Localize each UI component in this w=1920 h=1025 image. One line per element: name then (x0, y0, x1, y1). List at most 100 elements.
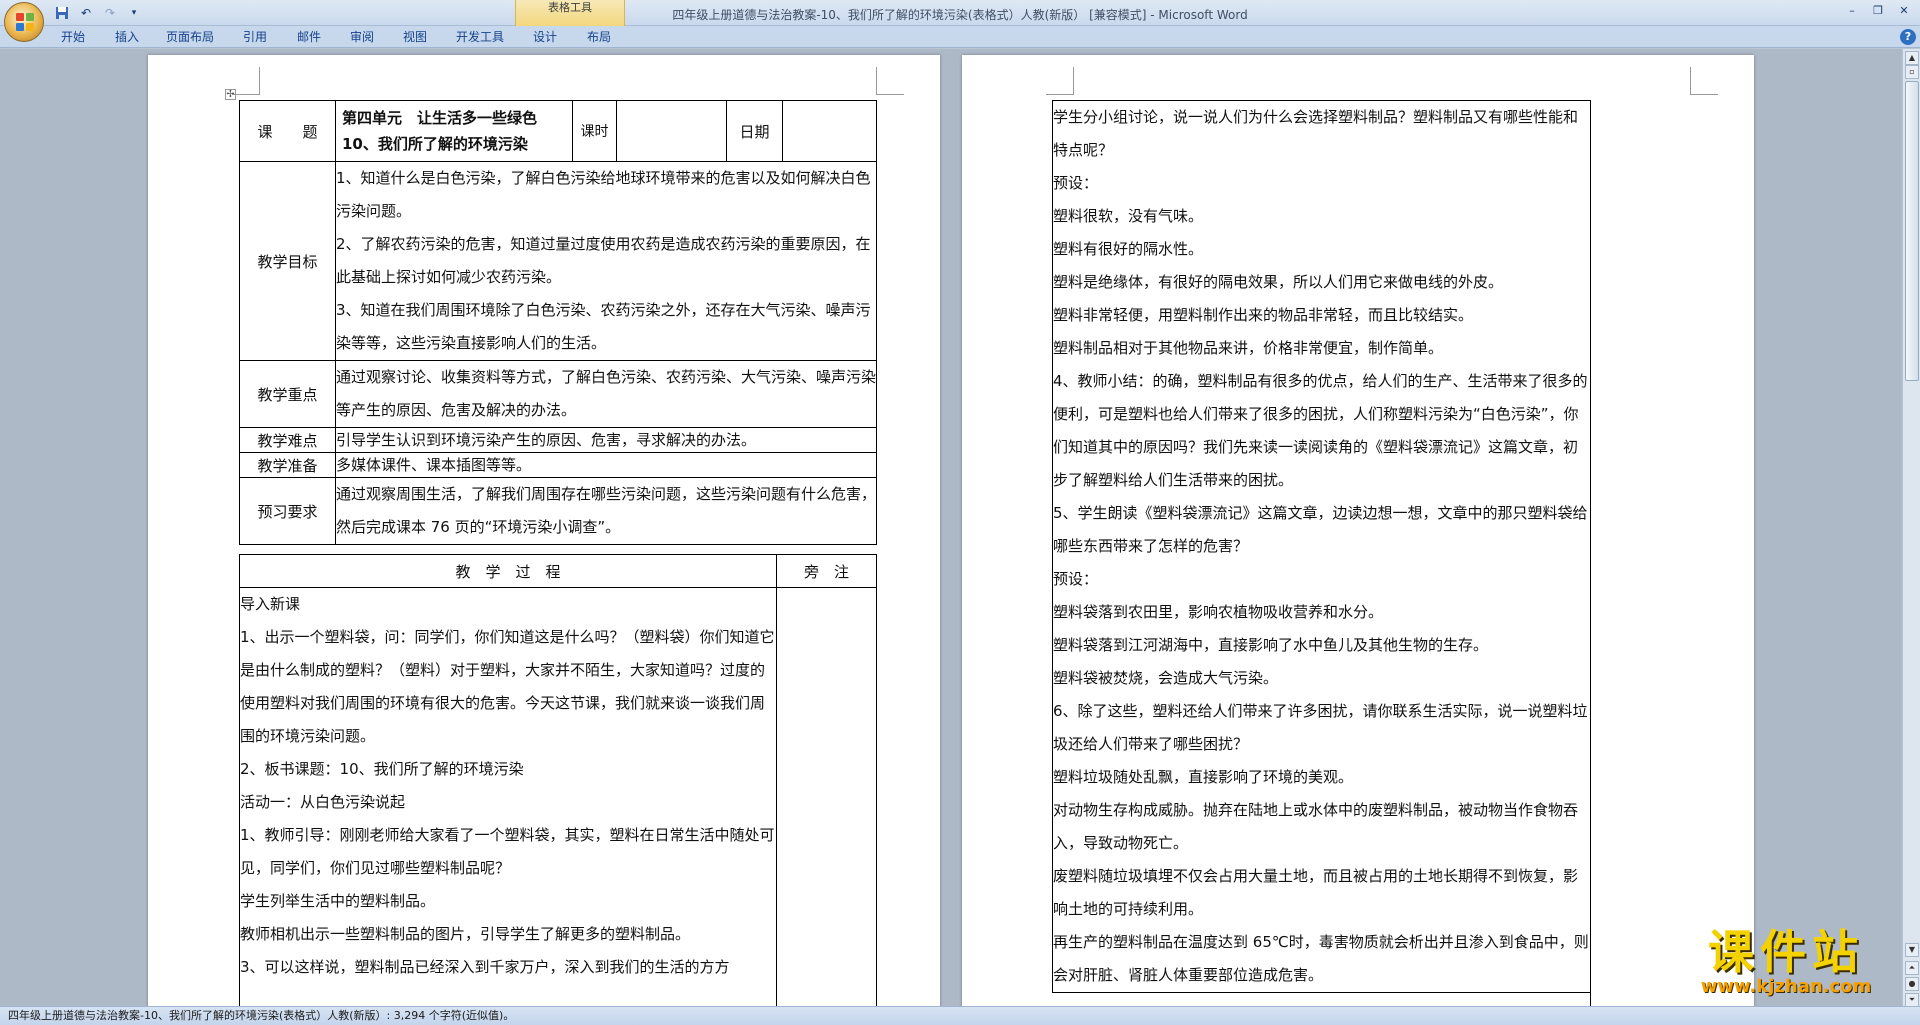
date-value[interactable] (782, 100, 877, 162)
office-logo-icon (16, 13, 34, 31)
window-title: 四年级上册道德与法治教案-10、我们所了解的环境污染(表格式）人教(新版） [兼… (672, 8, 1248, 22)
scroll-thumb[interactable] (1905, 81, 1919, 381)
browse-object-icon[interactable]: ● (1905, 977, 1919, 991)
tab-design[interactable]: 设计 (530, 28, 560, 46)
process-paragraph: 塑料很软，没有气味。 (1053, 207, 1204, 225)
topic-cell[interactable]: 第四单元 让生活多一些绿色 10、我们所了解的环境污染 (335, 100, 573, 162)
goals-label: 教学目标 (239, 161, 336, 361)
preview-cell[interactable]: 通过观察周围生活，了解我们周围存在哪些污染问题，这些污染问题有什么危害，然后完成… (335, 477, 877, 545)
process-paragraph: 塑料是绝缘体，有很好的隔电效果，所以人们用它来做电线的外皮。 (1053, 273, 1504, 291)
process-paragraph: 塑料袋落到江河湖海中，直接影响了水中鱼儿及其他生物的生存。 (1053, 636, 1489, 654)
process-paragraph: 塑料袋落到农田里，影响农植物吸收营养和水分。 (1053, 603, 1384, 621)
goal-item: 2、了解农药污染的危害，知道过量过度使用农药是造成农药污染的重要原因，在此基础上… (336, 235, 871, 286)
process-paragraph: 1、教师引导：刚刚老师给大家看了一个塑料袋，其实，塑料在日常生活中随处可见，同学… (240, 826, 775, 877)
tab-view[interactable]: 视图 (400, 28, 430, 46)
close-button[interactable]: ✕ (1892, 2, 1916, 20)
table-row: 教学目标 1、知道什么是白色污染，了解白色污染给地球环境带来的危害以及如何解决白… (239, 161, 877, 361)
difficulty-label: 教学难点 (239, 427, 336, 453)
process-paragraph: 塑料袋被焚烧，会造成大气污染。 (1053, 669, 1279, 687)
lesson-title: 10、我们所了解的环境污染 (342, 135, 528, 153)
period-label: 课时 (572, 100, 617, 162)
period-value[interactable] (616, 100, 727, 162)
redo-icon[interactable]: ↷ (100, 4, 120, 22)
process-paragraph: 1、出示一个塑料袋，问：同学们，你们知道这是什么吗？（塑料袋）你们知道它是由什么… (240, 628, 775, 745)
table-row: 教学重点 通过观察讨论、收集资料等方式，了解白色污染、农药污染、大气污染、噪声污… (239, 360, 877, 428)
process-paragraph: 学生列举生活中的塑料制品。 (240, 892, 436, 910)
watermark-title: 课件站 (1708, 925, 1864, 979)
status-bar: 四年级上册道德与法治教案-10、我们所了解的环境污染(表格式）人教(新版）: 3… (0, 1006, 1920, 1025)
process-cell[interactable]: 导入新课 1、出示一个塑料袋，问：同学们，你们知道这是什么吗？（塑料袋）你们知道… (239, 587, 777, 1006)
window-controls: – ❐ ✕ (1840, 2, 1916, 20)
key-points-cell[interactable]: 通过观察讨论、收集资料等方式，了解白色污染、农药污染、大气污染、噪声污染等产生的… (335, 360, 877, 428)
process-paragraph: 塑料有很好的隔水性。 (1053, 240, 1204, 258)
process-paragraph: 预设： (1053, 174, 1099, 192)
customize-qat-icon[interactable]: ▾ (124, 4, 144, 22)
process-paragraph: 废塑料随垃圾填埋不仅会占用大量土地，而且被占用的土地长期得不到恢复，影响土地的可… (1053, 867, 1579, 918)
goal-item: 3、知道在我们周围环境除了白色污染、农药污染之外，还存在大气污染、噪声污染等等，… (336, 301, 871, 352)
restore-button[interactable]: ❐ (1866, 2, 1890, 20)
tab-developer[interactable]: 开发工具 (452, 28, 508, 46)
goals-cell[interactable]: 1、知道什么是白色污染，了解白色污染给地球环境带来的危害以及如何解决白色污染问题… (335, 161, 877, 361)
process-paragraph: 预设： (1053, 570, 1099, 588)
process-paragraph: 教师相机出示一些塑料制品的图片，引导学生了解更多的塑料制品。 (240, 925, 691, 943)
tab-page-layout[interactable]: 页面布局 (164, 28, 216, 46)
table-row: 教学准备 多媒体课件、课本插图等等。 (239, 452, 877, 478)
difficulty-cell[interactable]: 引导学生认识到环境污染产生的原因、危害，寻求解决的办法。 (335, 427, 877, 453)
previous-page-icon[interactable]: ⏶ (1905, 961, 1919, 975)
scroll-up-icon[interactable]: ▲ (1905, 51, 1919, 65)
title-bar: ↶ ↷ ▾ 表格工具 四年级上册道德与法治教案-10、我们所了解的环境污染(表格… (0, 0, 1920, 26)
table-row: 导入新课 1、出示一个塑料袋，问：同学们，你们知道这是什么吗？（塑料袋）你们知道… (239, 587, 877, 1006)
prep-label: 教学准备 (239, 452, 336, 478)
side-notes-column[interactable] (1590, 100, 1690, 1006)
tab-insert[interactable]: 插入 (112, 28, 142, 46)
office-button[interactable] (4, 2, 44, 42)
scroll-down-icon[interactable]: ▼ (1905, 943, 1919, 957)
process-paragraph: 5、学生朗读《塑料袋漂流记》这篇文章，边读边想一想，文章中的那只塑料袋给哪些东西… (1053, 504, 1588, 555)
crop-mark (1046, 67, 1074, 95)
process-cell[interactable]: 学生分小组讨论，说一说人们为什么会选择塑料制品？塑料制品又有哪些性能和特点呢？ … (1052, 100, 1591, 993)
crop-mark (1690, 67, 1718, 95)
table-tools-context-label: 表格工具 (515, 0, 625, 26)
crop-mark (876, 67, 904, 95)
lesson-info-table: 课 题 第四单元 让生活多一些绿色 10、我们所了解的环境污染 课时 日期 教学… (239, 100, 877, 545)
process-paragraph: 活动一：从白色污染说起 (240, 793, 406, 811)
process-paragraph: 塑料垃圾随处乱飘，直接影响了环境的美观。 (1053, 768, 1354, 786)
document-page-1: ✢ 课 题 第四单元 让生活多一些绿色 10、我们所了解的环境污染 课时 日期 … (148, 55, 940, 1006)
key-points-label: 教学重点 (239, 360, 336, 428)
preview-label: 预习要求 (239, 477, 336, 545)
save-icon[interactable] (52, 4, 72, 22)
process-header: 教 学 过 程 (239, 554, 777, 588)
ruler-toggle-icon[interactable]: ▫ (1905, 65, 1919, 79)
table-row: 教 学 过 程 旁 注 (239, 554, 877, 588)
process-paragraph: 4、教师小结：的确，塑料制品有很多的优点，给人们的生产、生活带来了很多的便利，可… (1053, 372, 1588, 489)
document-workspace: ✢ 课 题 第四单元 让生活多一些绿色 10、我们所了解的环境污染 课时 日期 … (0, 49, 1902, 1006)
unit-title: 第四单元 让生活多一些绿色 (342, 109, 538, 127)
process-paragraph: 6、除了这些，塑料还给人们带来了许多困扰，请你联系生活实际，说一说塑料垃圾还给人… (1053, 702, 1588, 753)
table-row: 预习要求 通过观察周围生活，了解我们周围存在哪些污染问题，这些污染问题有什么危害… (239, 477, 877, 545)
status-text: 四年级上册道德与法治教案-10、我们所了解的环境污染(表格式）人教(新版）: 3… (8, 1009, 515, 1022)
help-icon[interactable]: ? (1900, 29, 1916, 45)
date-label: 日期 (726, 100, 783, 162)
next-page-icon[interactable]: ⏷ (1905, 993, 1919, 1007)
process-paragraph: 学生分小组讨论，说一说人们为什么会选择塑料制品？塑料制品又有哪些性能和特点呢？ (1053, 108, 1579, 159)
process-paragraph: 2、板书课题：10、我们所了解的环境污染 (240, 760, 524, 778)
table-move-handle-icon[interactable]: ✢ (225, 89, 236, 100)
process-paragraph: 塑料制品相对于其他物品来讲，价格非常便宜，制作简单。 (1053, 339, 1444, 357)
tab-mailings[interactable]: 邮件 (294, 28, 324, 46)
process-table: 教 学 过 程 旁 注 导入新课 1、出示一个塑料袋，问：同学们，你们知道这是什… (239, 554, 877, 1006)
document-page-2: 学生分小组讨论，说一说人们为什么会选择塑料制品？塑料制品又有哪些性能和特点呢？ … (962, 55, 1754, 1006)
side-notes-cell[interactable] (776, 587, 877, 1006)
process-paragraph: 塑料非常轻便，用塑料制作出来的物品非常轻，而且比较结实。 (1053, 306, 1474, 324)
tab-layout[interactable]: 布局 (584, 28, 614, 46)
process-table-continued: 学生分小组讨论，说一说人们为什么会选择塑料制品？塑料制品又有哪些性能和特点呢？ … (1052, 100, 1591, 993)
ribbon-tab-bar: 开始 插入 页面布局 引用 邮件 审阅 视图 开发工具 设计 布局 ? (0, 26, 1920, 48)
goal-item: 1、知道什么是白色污染，了解白色污染给地球环境带来的危害以及如何解决白色污染问题… (336, 169, 871, 220)
side-notes-header: 旁 注 (776, 554, 877, 588)
tab-references[interactable]: 引用 (240, 28, 270, 46)
minimize-button[interactable]: – (1840, 2, 1864, 20)
prep-cell[interactable]: 多媒体课件、课本插图等等。 (335, 452, 877, 478)
vertical-scrollbar[interactable]: ▲ ▫ ▼ ⏶ ● ⏷ (1902, 49, 1920, 1007)
tab-home[interactable]: 开始 (58, 28, 88, 46)
tab-review[interactable]: 审阅 (347, 28, 377, 46)
undo-icon[interactable]: ↶ (76, 4, 96, 22)
